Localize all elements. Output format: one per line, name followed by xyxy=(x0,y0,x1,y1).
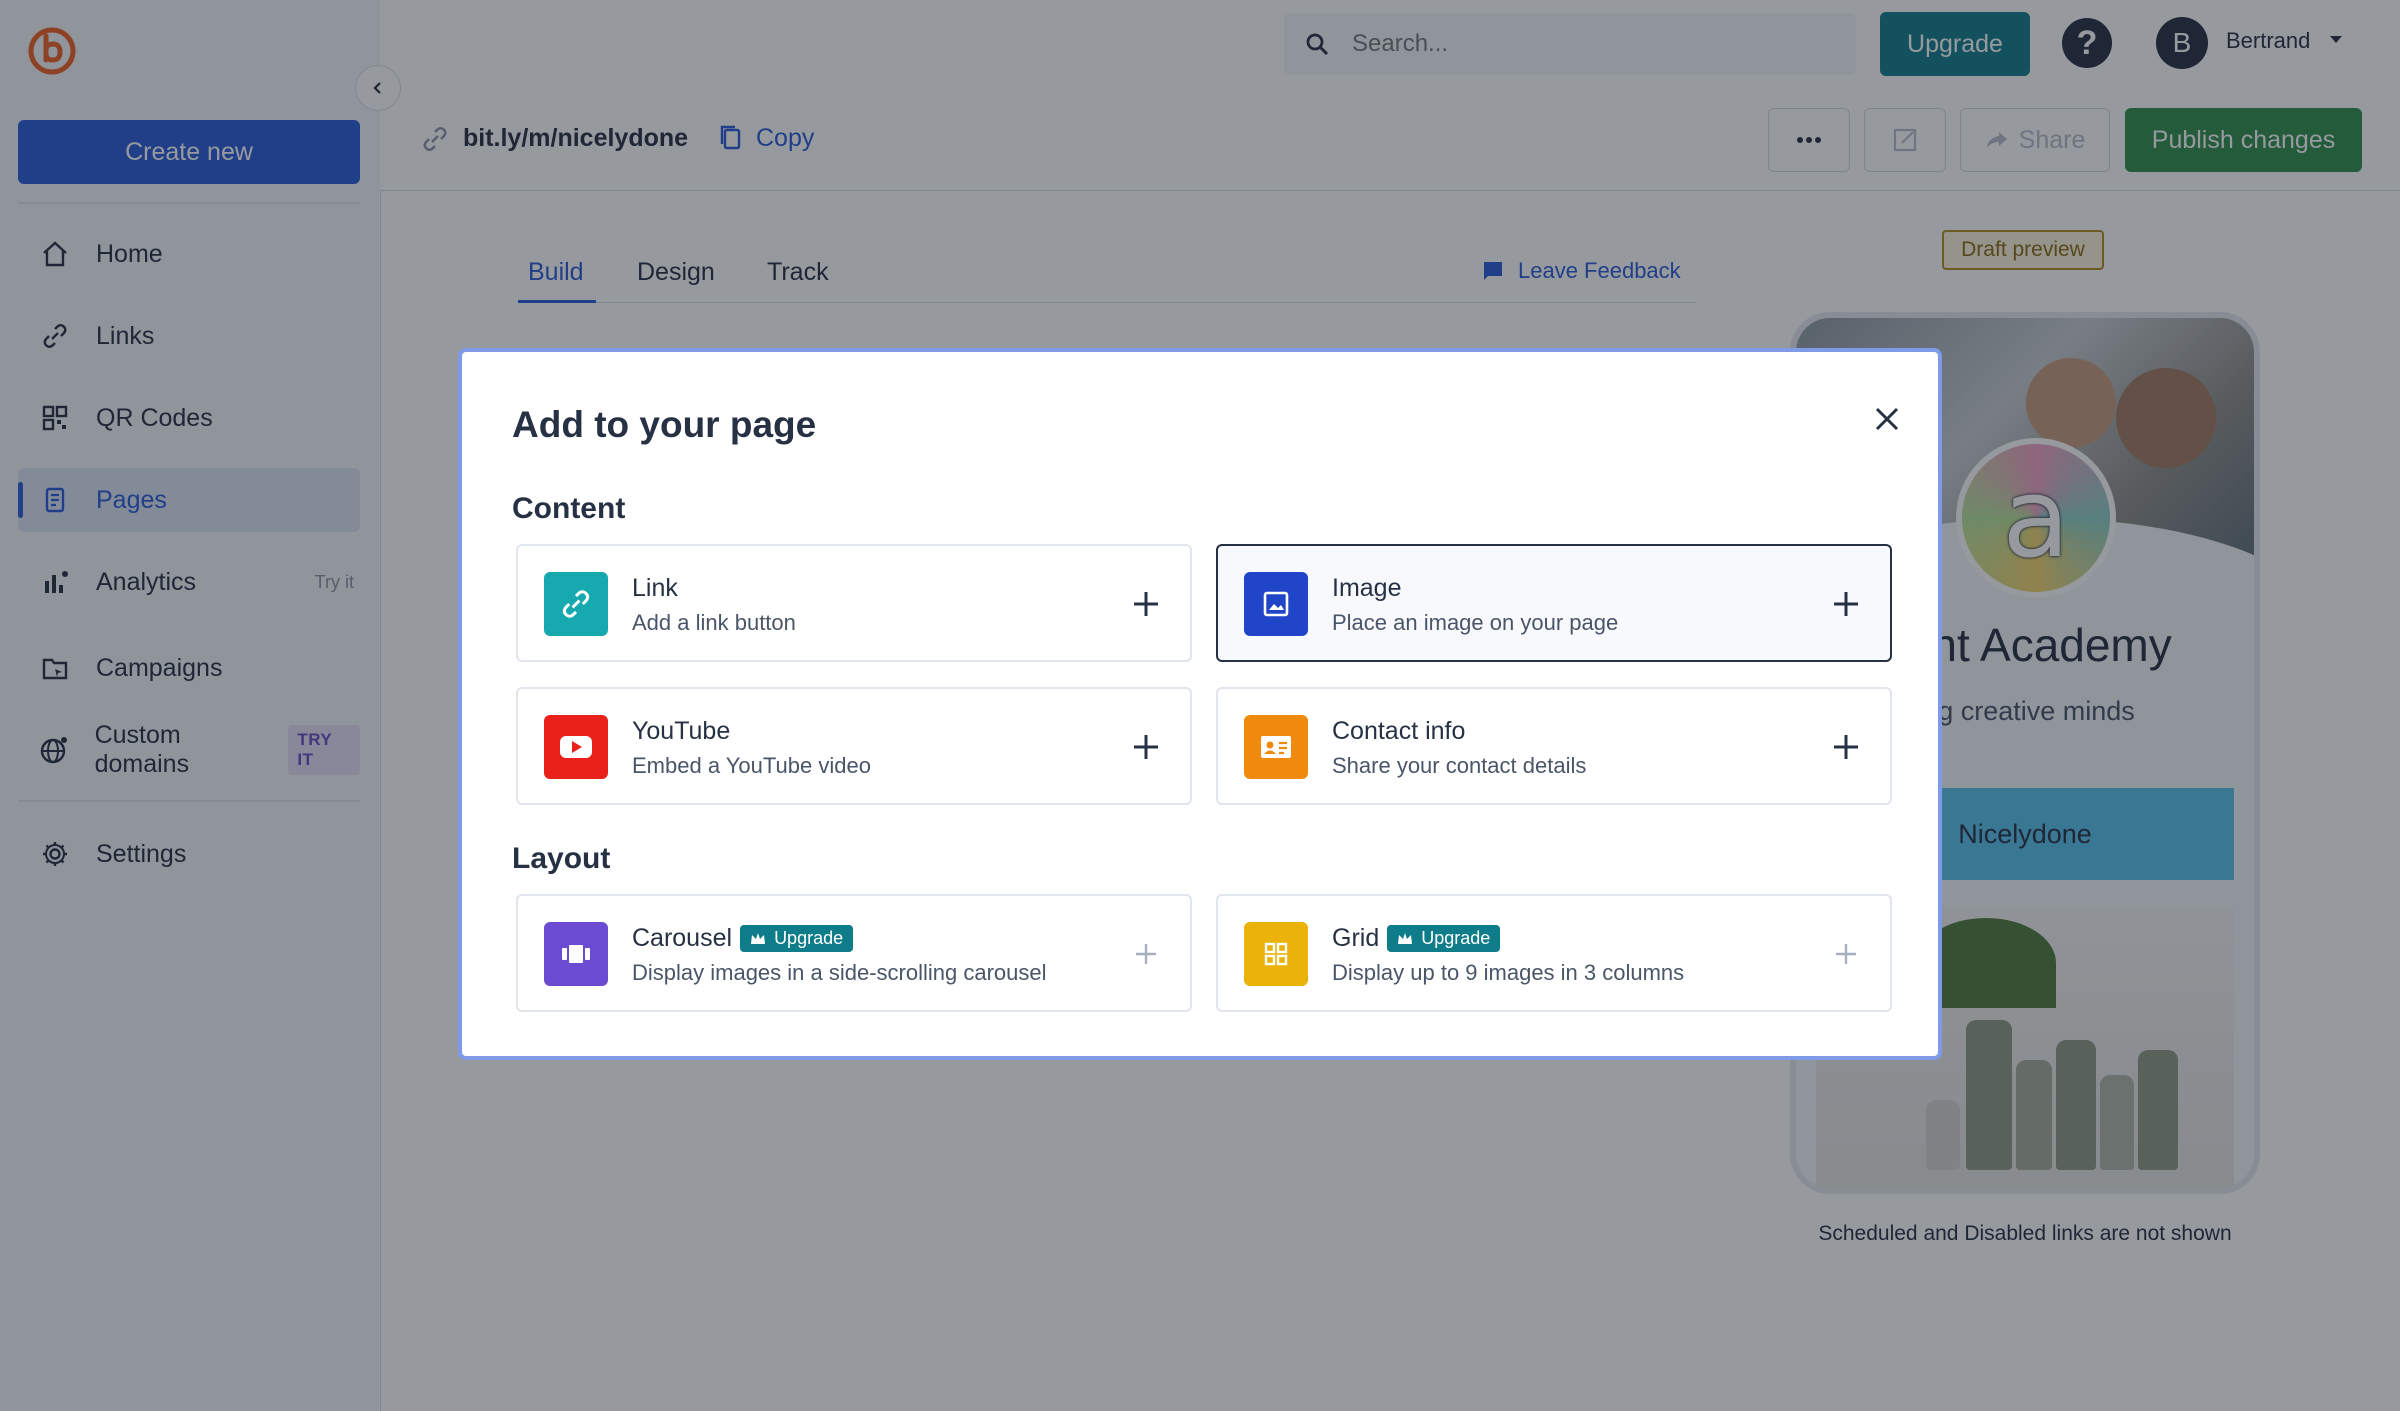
carousel-icon xyxy=(544,922,608,986)
card-title: Contact info xyxy=(1332,717,1466,745)
close-button[interactable] xyxy=(1862,394,1912,444)
card-title: Image xyxy=(1332,574,1402,602)
grid-icon xyxy=(1244,922,1308,986)
layout-item-grid[interactable]: Grid Upgrade Display up to 9 images in 3… xyxy=(1216,894,1892,1012)
plus-icon[interactable] xyxy=(1828,936,1864,972)
youtube-icon xyxy=(544,715,608,779)
card-description: Display up to 9 images in 3 columns xyxy=(1332,960,1685,985)
plus-icon[interactable] xyxy=(1128,729,1164,765)
plus-icon[interactable] xyxy=(1128,586,1164,622)
card-description: Place an image on your page xyxy=(1332,610,1619,635)
image-icon xyxy=(1244,572,1308,636)
upgrade-badge[interactable]: Upgrade xyxy=(1387,925,1501,952)
content-item-image[interactable]: Image Place an image on your page xyxy=(1216,544,1892,662)
contact-card-icon xyxy=(1244,715,1308,779)
plus-icon[interactable] xyxy=(1828,586,1864,622)
layout-item-carousel[interactable]: Carousel Upgrade Display images in a sid… xyxy=(516,894,1192,1012)
content-section-title: Content xyxy=(512,492,626,525)
card-description: Share your contact details xyxy=(1332,753,1587,778)
crown-icon xyxy=(751,932,766,944)
card-title: Carousel Upgrade xyxy=(632,924,854,953)
content-item-link[interactable]: Link Add a link button xyxy=(516,544,1192,662)
link-icon xyxy=(544,572,608,636)
card-description: Embed a YouTube video xyxy=(632,753,871,778)
content-item-youtube[interactable]: YouTube Embed a YouTube video xyxy=(516,687,1192,805)
card-description: Display images in a side-scrolling carou… xyxy=(632,960,1047,985)
add-to-page-modal: Add to your page Content Link Add a link… xyxy=(458,348,1942,1060)
plus-icon[interactable] xyxy=(1128,936,1164,972)
upgrade-badge[interactable]: Upgrade xyxy=(740,925,854,952)
close-icon xyxy=(1875,407,1899,431)
card-title: Link xyxy=(632,574,678,602)
layout-section-title: Layout xyxy=(512,842,611,875)
content-item-contact-info[interactable]: Contact info Share your contact details xyxy=(1216,687,1892,805)
plus-icon[interactable] xyxy=(1828,729,1864,765)
card-description: Add a link button xyxy=(632,610,796,635)
card-title: Grid Upgrade xyxy=(1332,924,1501,953)
modal-title: Add to your page xyxy=(512,404,817,445)
card-title: YouTube xyxy=(632,717,731,745)
crown-icon xyxy=(1398,932,1413,944)
